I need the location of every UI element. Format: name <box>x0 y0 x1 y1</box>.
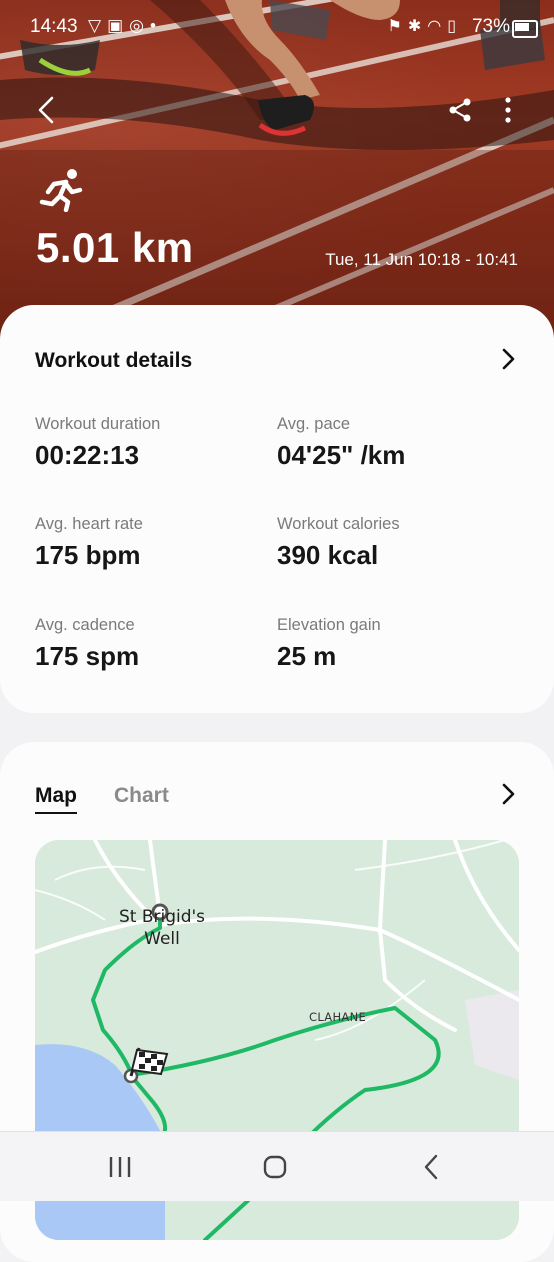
stat-label: Avg. pace <box>277 415 351 433</box>
share-icon <box>449 98 471 122</box>
stat-label: Avg. heart rate <box>35 515 143 533</box>
chevron-left-icon <box>424 1154 438 1180</box>
stat-workout-duration: Workout duration 00:22:13 <box>35 415 160 471</box>
battery-icon <box>512 20 538 38</box>
stat-avg-pace: Avg. pace 04'25" /km <box>277 415 405 471</box>
chevron-right-icon <box>502 348 515 370</box>
stat-label: Workout duration <box>35 415 161 433</box>
chevron-right-icon <box>502 783 515 805</box>
workout-details-title: Workout details <box>35 349 193 372</box>
status-time: 14:43 <box>30 16 78 37</box>
stat-value: 390 kcal <box>277 540 379 570</box>
chevron-left-icon <box>38 96 54 124</box>
stat-elevation-gain: Elevation gain 25 m <box>277 616 381 672</box>
recents-icon <box>109 1157 131 1177</box>
stat-value: 04'25" /km <box>277 440 406 470</box>
workout-datetime: Tue, 11 Jun 10:18 - 10:41 <box>325 250 518 269</box>
system-icons: ⚑✱◠▯ <box>387 18 462 35</box>
back-button[interactable] <box>24 88 68 132</box>
home-button[interactable] <box>250 1144 300 1190</box>
tab-chart[interactable]: Chart <box>114 784 169 808</box>
map-open-button[interactable] <box>488 774 528 814</box>
more-vertical-icon <box>505 97 511 123</box>
workout-details-open-button[interactable] <box>488 339 528 379</box>
recent-apps-button[interactable] <box>95 1144 145 1190</box>
stat-value: 175 bpm <box>35 540 141 570</box>
map-townland-label: CLAHANE <box>309 1010 367 1024</box>
stat-label: Elevation gain <box>277 616 381 634</box>
stat-value: 175 spm <box>35 641 140 671</box>
stat-workout-calories: Workout calories 390 kcal <box>277 515 400 571</box>
map-place-label: St Brigid's Well <box>118 907 206 949</box>
share-button[interactable] <box>438 88 482 132</box>
status-bar: 14:43 ▽▣◎• ⚑✱◠▯ 73% <box>0 8 554 44</box>
distance-value: 5.01 km <box>36 224 194 271</box>
battery-percentage: 73% <box>471 16 510 37</box>
notification-icons: ▽▣◎• <box>88 16 162 35</box>
header-photo: 14:43 ▽▣◎• ⚑✱◠▯ 73% 5.01 km Tue, 11 Jun <box>0 0 554 340</box>
stat-value: 25 m <box>277 641 337 671</box>
home-icon <box>263 1155 287 1179</box>
more-options-button[interactable] <box>486 88 530 132</box>
stat-label: Avg. cadence <box>35 616 135 634</box>
nav-back-button[interactable] <box>406 1144 456 1190</box>
system-navigation-bar <box>0 1131 554 1201</box>
stat-value: 00:22:13 <box>35 440 140 470</box>
tab-map[interactable]: Map <box>35 784 77 814</box>
stat-avg-heart-rate: Avg. heart rate 175 bpm <box>35 515 143 571</box>
workout-details-card: Workout details Workout duration 00:22:1… <box>0 305 554 713</box>
running-icon <box>39 169 83 212</box>
stat-avg-cadence: Avg. cadence 175 spm <box>35 616 139 672</box>
stat-label: Workout calories <box>277 515 400 533</box>
